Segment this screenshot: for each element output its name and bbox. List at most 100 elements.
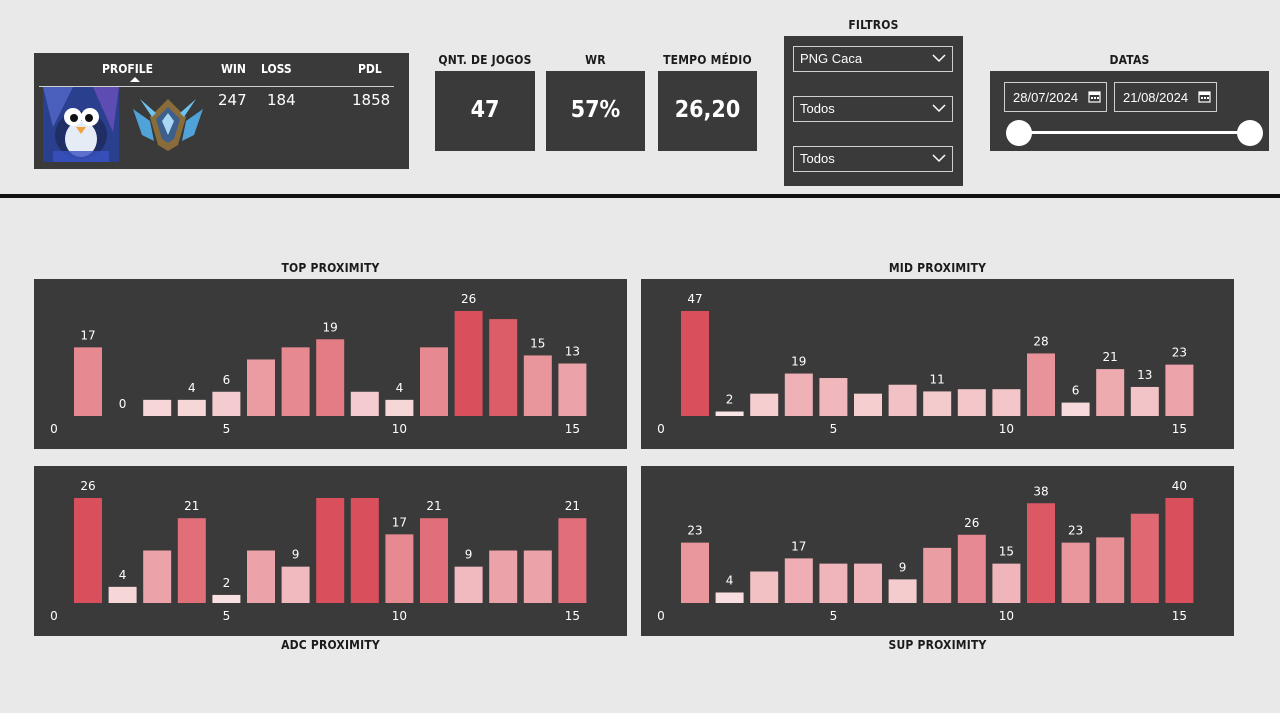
bar[interactable] [350,391,379,416]
bar[interactable] [454,311,483,416]
data-label: 11 [930,372,945,386]
dates-panel: 28/07/2024 21/08/2024 [990,71,1269,151]
bar[interactable] [108,586,137,603]
bar[interactable] [1027,353,1055,416]
bar[interactable] [454,566,483,603]
bar[interactable] [247,359,275,416]
bar[interactable] [1130,513,1159,603]
data-label: 19 [791,355,806,369]
bar[interactable] [143,399,172,416]
data-label: 26 [80,479,95,493]
win-header[interactable]: WIN [221,62,246,76]
pdl-header[interactable]: PDL [358,62,382,76]
data-label: 40 [1172,479,1187,493]
kpi-value-games: 47 [470,97,500,123]
bar[interactable] [420,347,448,416]
bar[interactable] [923,547,952,603]
bar[interactable] [1130,386,1159,416]
bar[interactable] [143,550,172,604]
player-select-value: PNG Caca [800,51,863,66]
bar[interactable] [819,378,848,416]
bar[interactable] [1061,542,1090,603]
date-slider-track[interactable] [1019,131,1251,134]
bar[interactable] [854,563,882,603]
data-label: 13 [1137,368,1152,382]
data-label: 0 [119,397,127,411]
filter-select-3-value: Todos [800,151,835,166]
bar[interactable] [316,339,345,416]
bar[interactable] [177,399,206,416]
data-label: 28 [1033,334,1048,348]
bar[interactable] [1061,402,1090,416]
bar[interactable] [316,498,345,603]
data-label: 9 [292,548,300,562]
bar[interactable] [992,563,1021,603]
bar[interactable] [385,399,414,416]
data-label: 9 [465,548,473,562]
bar[interactable] [523,550,552,604]
chart-mid: 47 2 19 11 28 6 21 13 23 0 5 10 15 [657,292,1194,436]
bar[interactable] [715,592,744,604]
bar[interactable] [715,411,744,416]
bar[interactable] [523,355,552,416]
bar[interactable] [854,393,882,416]
chevron-down-icon [932,104,946,113]
win-value: 247 [218,91,247,109]
bar[interactable] [1027,503,1055,603]
bar[interactable] [212,594,241,603]
bar[interactable] [489,319,518,416]
bar[interactable] [177,518,206,603]
data-label: 13 [565,345,580,359]
bar[interactable] [385,534,414,603]
x-tick-label: 5 [830,609,838,623]
data-label: 23 [687,524,702,538]
bar[interactable] [1165,364,1194,416]
bar[interactable] [1165,498,1194,603]
profile-header[interactable]: PROFILE [102,62,153,76]
bar[interactable] [681,542,709,603]
bar[interactable] [957,389,986,416]
start-date-input[interactable]: 28/07/2024 [1004,82,1107,112]
bar[interactable] [750,393,779,416]
kpi-card-wr: 57% [546,71,645,151]
bar[interactable] [750,571,779,604]
filter-select-3[interactable]: Todos [793,146,953,172]
bar[interactable] [819,563,848,603]
player-select[interactable]: PNG Caca [793,46,953,72]
bar[interactable] [350,498,379,603]
filter-select-2[interactable]: Todos [793,96,953,122]
x-tick-label: 10 [999,422,1014,436]
bar[interactable] [957,534,986,603]
end-date-input[interactable]: 21/08/2024 [1114,82,1217,112]
bar[interactable] [281,347,310,416]
calendar-icon[interactable] [1088,90,1101,103]
loss-header[interactable]: LOSS [261,62,292,76]
bar[interactable] [74,498,102,603]
calendar-icon[interactable] [1198,90,1211,103]
penguin-avatar-icon [43,87,119,162]
bar[interactable] [558,518,587,603]
bar[interactable] [1096,537,1125,603]
bar[interactable] [420,518,448,603]
filter-select-2-value: Todos [800,101,835,116]
data-label: 4 [726,574,734,588]
bar[interactable] [74,347,102,416]
bar[interactable] [212,391,241,416]
diamond-rank-emblem-icon [128,91,208,153]
bar[interactable] [489,550,518,604]
bar[interactable] [992,389,1021,416]
chevron-down-icon [932,54,946,63]
bar[interactable] [923,391,952,416]
bar[interactable] [888,579,917,603]
date-slider-start-handle[interactable] [1006,120,1032,146]
bar[interactable] [681,311,709,416]
bar[interactable] [558,363,587,417]
bar[interactable] [784,558,813,603]
bar[interactable] [888,384,917,416]
x-tick-label: 5 [223,422,231,436]
bar[interactable] [784,373,813,416]
date-slider-end-handle[interactable] [1237,120,1263,146]
bar[interactable] [281,566,310,603]
bar[interactable] [1096,369,1125,416]
bar[interactable] [247,550,275,604]
